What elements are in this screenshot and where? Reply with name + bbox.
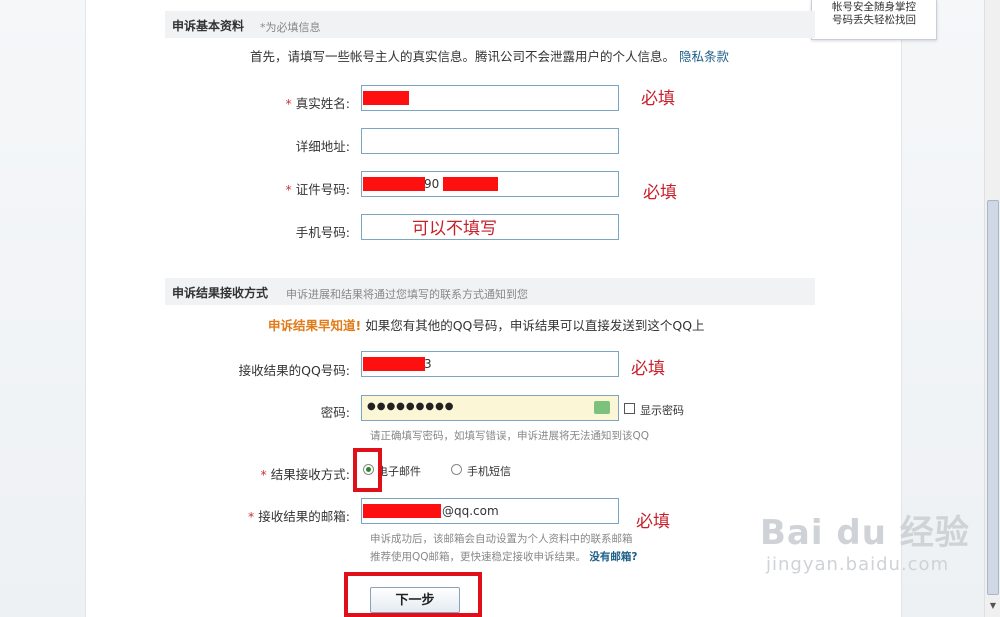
email-option-label[interactable]: 电子邮件 (377, 463, 421, 479)
privacy-link[interactable]: 隐私条款 (679, 49, 729, 64)
address-label: 详细地址: (295, 139, 350, 154)
email-label-text: 接收结果的邮箱: (258, 509, 350, 524)
security-tip-box[interactable]: 帐号安全随身掌控 号码丢失轻松找回 (811, 0, 937, 40)
promo-line: 申诉结果早知道! 如果您有其他的QQ号码，申诉结果可以直接发送到这个QQ上 (268, 315, 705, 334)
redaction-mark (443, 177, 498, 191)
email-visible-tail: @qq.com (442, 504, 499, 518)
sms-radio[interactable] (451, 464, 462, 475)
redaction-mark (363, 357, 425, 371)
required-note: *为必填信息 (260, 21, 321, 34)
redaction-mark (363, 177, 425, 191)
required-annotation: 必填 (631, 359, 665, 379)
required-annotation: 必填 (641, 89, 675, 109)
password-hint: 请正确填写密码，如填写错误，申诉进展将无法通知到该QQ (370, 430, 650, 442)
required-asterisk: * (248, 509, 255, 524)
show-password-checkbox[interactable] (624, 403, 635, 414)
optional-annotation: 可以不填写 (412, 219, 497, 239)
section-title: 申诉结果接收方式 (172, 286, 269, 300)
required-annotation: 必填 (636, 512, 670, 532)
password-dots: ●●●●●●●●● (367, 401, 455, 412)
intro-text: 首先，请填写一些帐号主人的真实信息。腾讯公司不会泄露用户的个人信息。 隐私条款 (250, 46, 729, 65)
email-label: * 接收结果的邮箱: (160, 506, 350, 525)
scroll-down-arrow-icon[interactable]: ▼ (987, 601, 999, 615)
promo-highlight: 申诉结果早知道! (268, 318, 362, 333)
real-name-label: * 真实姓名: (160, 93, 350, 112)
qq-label: 接收结果的QQ号码: (238, 363, 350, 378)
keyboard-icon[interactable] (594, 401, 610, 414)
sms-option-label[interactable]: 手机短信 (467, 463, 511, 479)
id-number-label-text: 证件号码: (295, 182, 350, 197)
address-input[interactable] (361, 128, 619, 154)
method-label-text: 结果接收方式: (270, 467, 350, 482)
tip-line-1: 帐号安全随身掌控 (832, 1, 916, 13)
highlight-box-radio (353, 448, 382, 492)
basic-info-section-header: 申诉基本资料 *为必填信息 (165, 11, 815, 38)
email-hint-2-text: 推荐使用QQ邮箱，更快速稳定接收申诉结果。 (370, 551, 587, 563)
result-method-section-header: 申诉结果接收方式 申诉进展和结果将通过您填写的联系方式通知到您 (165, 278, 815, 305)
phone-label: 手机号码: (295, 225, 350, 240)
redaction-mark (363, 504, 441, 518)
password-input[interactable]: ●●●●●●●●● (361, 395, 619, 421)
real-name-label-text: 真实姓名: (295, 96, 350, 111)
promo-text: 如果您有其他的QQ号码，申诉结果可以直接发送到这个QQ上 (365, 318, 705, 333)
required-asterisk: * (285, 96, 292, 111)
id-number-visible-digits: 90 (424, 177, 440, 191)
redaction-mark (363, 91, 409, 105)
no-email-link[interactable]: 没有邮箱? (589, 551, 637, 563)
highlight-box-next (344, 572, 482, 617)
watermark-url: jingyan.baidu.com (766, 554, 950, 575)
qq-visible-tail: 3 (424, 357, 432, 371)
required-asterisk: * (285, 182, 292, 197)
id-number-label: * 证件号码: (160, 179, 350, 198)
tip-line-2: 号码丢失轻松找回 (832, 14, 916, 26)
vertical-scrollbar[interactable]: ▼ (984, 0, 1000, 617)
method-label: * 结果接收方式: (160, 464, 350, 483)
required-annotation: 必填 (643, 183, 677, 203)
watermark-logo: Bai du 经验 (760, 513, 970, 553)
section-note: 申诉进展和结果将通过您填写的联系方式通知到您 (286, 288, 528, 301)
email-hint-2: 推荐使用QQ邮箱，更快速稳定接收申诉结果。 没有邮箱? (370, 549, 637, 564)
section-title: 申诉基本资料 (172, 19, 245, 33)
required-asterisk: * (260, 467, 267, 482)
email-hint-1: 申诉成功后，该邮箱会自动设置为个人资料中的联系邮箱 (370, 533, 633, 545)
password-label: 密码: (320, 405, 350, 420)
baidu-watermark: Bai du 经验 jingyan.baidu.com (760, 505, 970, 575)
intro-sentence: 首先，请填写一些帐号主人的真实信息。腾讯公司不会泄露用户的个人信息。 (250, 49, 676, 64)
scrollbar-thumb[interactable] (987, 200, 999, 595)
show-password-label[interactable]: 显示密码 (640, 402, 684, 418)
